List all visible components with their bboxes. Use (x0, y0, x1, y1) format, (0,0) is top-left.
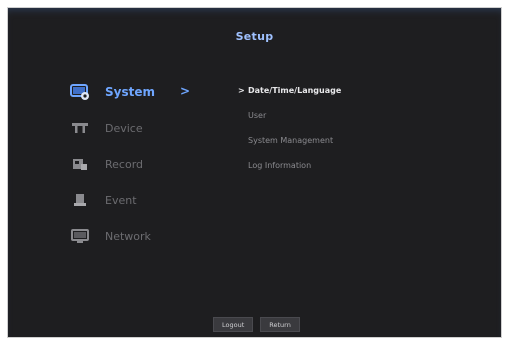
menu-item-label: Record (105, 157, 144, 171)
submenu-item-date-time-language[interactable]: > Date/Time/Language (238, 86, 341, 111)
menu-item-label: System (105, 85, 155, 99)
menu-item-label: Device (105, 121, 143, 135)
selection-marker-icon: > (238, 86, 245, 95)
menu-item-record[interactable]: Record (66, 146, 206, 182)
menu-item-network[interactable]: Network (66, 218, 206, 254)
submenu-item-log-information[interactable]: Log Information (238, 161, 341, 186)
network-icon (70, 228, 90, 244)
page-title: Setup (235, 30, 274, 43)
submenu-item-label: System Management (248, 136, 334, 145)
menu-item-device[interactable]: Device (66, 110, 206, 146)
submenu-item-user[interactable]: User (238, 111, 341, 136)
footer-buttons: Logout Return (213, 317, 300, 332)
monitor-gear-icon (70, 84, 90, 100)
menu-item-event[interactable]: Event (66, 182, 206, 218)
system-submenu: > Date/Time/Language User System Managem… (238, 86, 341, 186)
submenu-item-label: Date/Time/Language (248, 86, 342, 95)
menu-item-system[interactable]: System > (66, 74, 206, 110)
main-menu: System > Device Record Event Network (66, 74, 206, 254)
submenu-item-label: User (248, 111, 267, 120)
chevron-right-icon: > (180, 84, 191, 98)
record-icon (70, 156, 90, 172)
event-icon (70, 192, 90, 208)
menu-item-label: Network (105, 229, 151, 243)
submenu-item-system-management[interactable]: System Management (238, 136, 341, 161)
camera-bar-icon (70, 120, 90, 136)
setup-screen: Setup System > Device Record Event Netwo… (7, 7, 502, 338)
menu-item-label: Event (105, 193, 137, 207)
logout-button[interactable]: Logout (213, 317, 254, 332)
submenu-item-label: Log Information (248, 161, 312, 170)
return-button[interactable]: Return (260, 317, 300, 332)
